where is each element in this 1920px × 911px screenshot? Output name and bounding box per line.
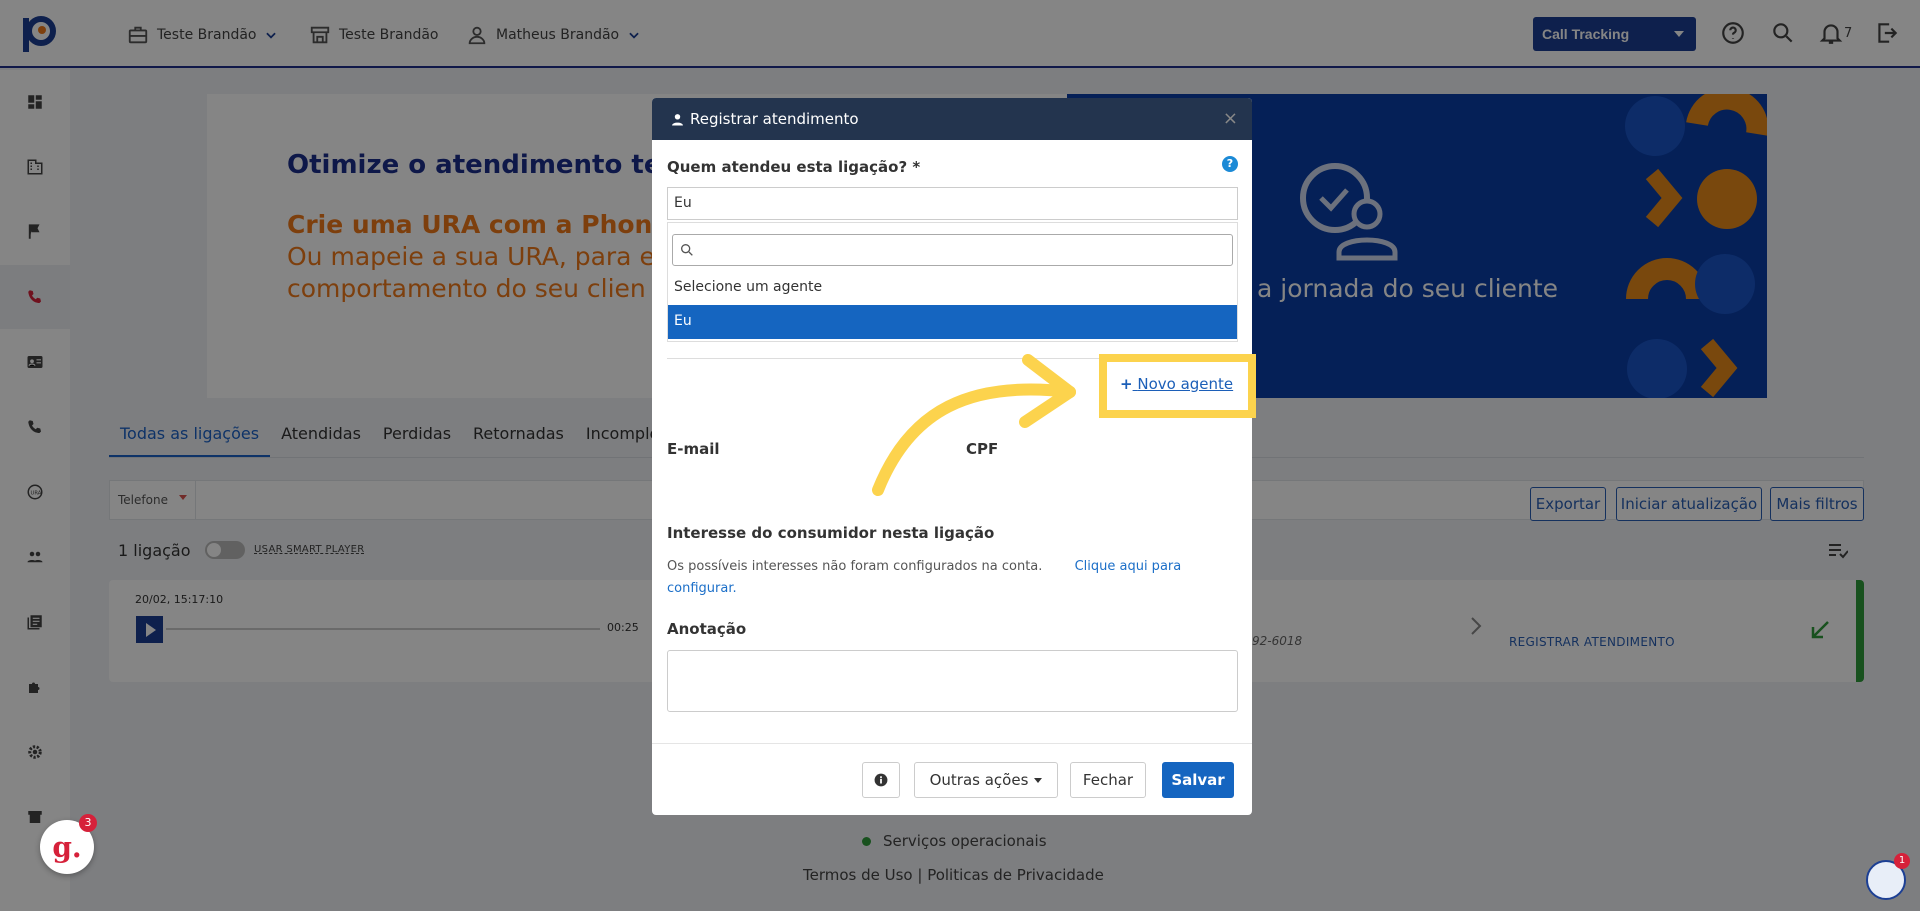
info-icon bbox=[874, 773, 888, 787]
agent-option-eu[interactable]: Eu bbox=[668, 305, 1237, 339]
support-chat-count: 1 bbox=[1894, 853, 1910, 869]
other-actions-button[interactable]: Outras ações bbox=[914, 762, 1058, 798]
callout-arrow bbox=[872, 354, 1076, 496]
save-button[interactable]: Salvar bbox=[1162, 762, 1234, 798]
modal-title: Registrar atendimento bbox=[690, 110, 859, 128]
agent-select[interactable]: Eu bbox=[667, 187, 1238, 220]
close-button[interactable]: Fechar bbox=[1070, 762, 1146, 798]
caret-down-icon bbox=[1034, 777, 1043, 783]
user-icon bbox=[672, 113, 683, 125]
modal-header: Registrar atendimento × bbox=[652, 98, 1252, 140]
agent-dropdown: Selecione um agente Eu bbox=[667, 222, 1238, 342]
annotation-textarea[interactable] bbox=[667, 650, 1238, 712]
agent-option-placeholder[interactable]: Selecione um agente bbox=[668, 271, 1237, 305]
annotation-label: Anotação bbox=[667, 620, 747, 638]
interest-note: Os possíveis interesses não foram config… bbox=[667, 556, 1227, 600]
info-button[interactable] bbox=[862, 762, 900, 798]
agent-search-input[interactable] bbox=[672, 234, 1233, 266]
new-agent-label: Novo agente bbox=[1137, 375, 1234, 393]
modal-footer-divider bbox=[652, 743, 1252, 744]
other-actions-label: Outras ações bbox=[929, 771, 1029, 789]
email-label: E-mail bbox=[667, 440, 720, 458]
g-widget-count: 3 bbox=[79, 814, 97, 832]
new-agent-link[interactable]: + Novo agente bbox=[1120, 375, 1233, 393]
close-icon[interactable]: × bbox=[1223, 108, 1238, 129]
search-icon bbox=[681, 244, 693, 256]
plus-icon: + bbox=[1120, 375, 1133, 393]
interest-section-title: Interesse do consumidor nesta ligação bbox=[667, 524, 995, 542]
question-help-icon[interactable]: ? bbox=[1222, 156, 1238, 172]
interest-note-text: Os possíveis interesses não foram config… bbox=[667, 559, 1043, 574]
agent-question-label: Quem atendeu esta ligação? * bbox=[667, 158, 921, 176]
